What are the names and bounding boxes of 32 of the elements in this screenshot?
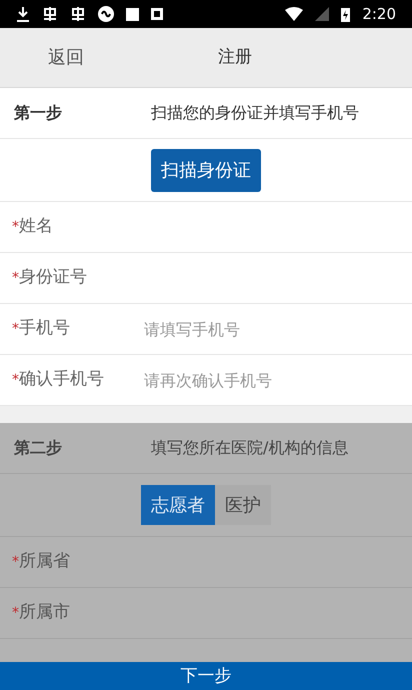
field-label: 所属省 (19, 550, 70, 574)
field-label: 所属市 (19, 601, 70, 624)
required-mark: * (12, 218, 19, 236)
field-label: 姓名 (19, 215, 53, 238)
required-mark: * (12, 370, 19, 390)
input-field[interactable]: 请填写手机号 (144, 309, 394, 349)
step-label: 第一步 (14, 102, 63, 124)
field-label: 确认手机号 (19, 368, 104, 392)
download-icon (16, 6, 30, 22)
required-mark: * (12, 604, 19, 622)
app-icon (98, 6, 114, 22)
role-toggle-option[interactable]: 医护 (215, 485, 271, 525)
square-icon (126, 8, 139, 20)
wifi-icon (285, 7, 304, 21)
next-button[interactable]: 下一步 (0, 662, 412, 690)
back-link[interactable]: 返回 (48, 44, 84, 71)
page-title: 注册 (218, 46, 252, 69)
status-time: 2:20 (362, 4, 396, 25)
required-mark: * (12, 552, 19, 572)
step-label: 第二步 (14, 437, 63, 459)
required-mark: * (12, 320, 19, 338)
signal-icon (315, 7, 330, 21)
step-description: 扫描您的身份证并填写手机号 (151, 102, 359, 124)
scan-id-button[interactable]: 扫描身份证 (151, 148, 261, 192)
input-field[interactable]: 请再次确认手机号 (144, 360, 394, 400)
required-mark: * (12, 268, 19, 288)
field-label: 身份证号 (19, 266, 87, 290)
step-description: 填写您所在医院/机构的信息 (151, 437, 348, 459)
field-label: 手机号 (19, 317, 70, 340)
battery-icon (341, 6, 350, 22)
role-toggle-option[interactable]: 志愿者 (141, 485, 215, 525)
keyboard-icon (151, 8, 163, 20)
